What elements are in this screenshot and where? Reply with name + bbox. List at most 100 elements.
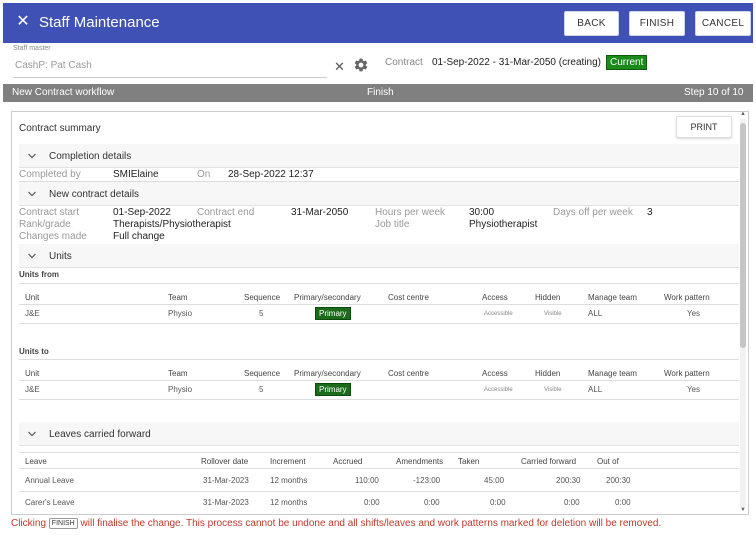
section-label: Completion details [49,151,132,162]
app-header: ✕ Staff Maintenance BACK FINISH CANCEL [3,3,753,43]
divider [19,323,739,324]
warning-text-after: will finalise the change. This process c… [80,518,662,529]
table-cell-taken: 45:00 [484,476,505,485]
table-cell-team: Physio [168,385,193,394]
scrollbar-thumb[interactable] [740,123,746,348]
col-access: Access [482,293,508,302]
units-to-label: Units to [19,347,49,356]
col-team: Team [168,293,188,302]
section-label: New contract details [49,189,140,200]
days-off-label: Days off per week [553,207,633,218]
primary-badge: Primary [315,307,351,320]
table-cell-unit: J&E [25,309,40,318]
inline-finish-button[interactable]: FINISH [48,518,78,529]
table-cell-out-of: 0:00 [615,498,631,507]
col-hidden: Hidden [535,369,561,378]
col-manage-team: Manage team [588,293,637,302]
divider [19,380,739,381]
print-button[interactable]: PRINT [676,116,732,138]
col-manage-team: Manage team [588,369,637,378]
table-cell-manage-team: ALL [588,385,603,394]
section-label: Units [49,251,72,262]
section-label: Leaves carried forward [49,429,151,440]
chevron-down-icon [28,431,36,437]
col-carried-forward: Carried forward [521,457,577,466]
hours-per-week-value: 30:00 [469,207,495,218]
section-leaves-carried-forward[interactable]: Leaves carried forward [19,422,739,446]
status-badge: Current [606,55,648,70]
col-access: Access [482,369,508,378]
staff-master-input[interactable]: CashP: Pat Cash [15,60,92,71]
col-work-pattern: Work pattern [664,369,710,378]
job-title-value: Physiotherapist [469,219,538,230]
table-cell-accrued: 110:00 [355,476,379,485]
col-team: Team [168,369,188,378]
divider [19,283,739,284]
units-from-label: Units from [19,270,59,279]
divider [19,452,739,453]
staff-master-label: Staff master [13,45,51,52]
table-cell-hidden: Visible [544,311,562,317]
section-completion-details[interactable]: Completion details [19,144,739,168]
close-icon[interactable]: ✕ [13,12,33,32]
chevron-down-icon [28,253,36,259]
completed-by-value: SMIElaine [113,169,159,180]
hours-per-week-label: Hours per week [375,207,446,218]
changes-made-value: Full change [113,231,165,242]
finish-button[interactable]: FINISH [629,11,685,36]
col-sequence: Sequence [244,369,281,378]
scroll-up-icon[interactable]: ▲ [739,111,747,117]
workflow-name: New Contract workflow [12,87,115,98]
divider [19,399,739,400]
table-cell-carried-forward: 200:30 [556,476,581,485]
contract-period: 01-Sep-2022 - 31-Mar-2050 (creating) [432,57,601,68]
table-cell-sequence: 5 [259,309,264,318]
col-unit: Unit [25,369,40,378]
divider [19,304,739,305]
job-title-label: Job title [375,219,410,230]
table-cell-carried-forward: 0:00 [564,498,580,507]
col-out-of: Out of [597,457,619,466]
table-cell-work-pattern: Yes [687,385,701,394]
table-cell-hidden: Visible [544,387,562,393]
table-cell-accrued: 0:00 [364,498,380,507]
table-cell-amendments: 0:00 [424,498,440,507]
chevron-down-icon [28,191,36,197]
col-unit: Unit [25,293,40,302]
divider [19,468,739,469]
contract-start-label: Contract start [19,207,80,218]
table-cell-sequence: 5 [259,385,264,394]
col-leave: Leave [25,457,47,466]
contract-label: Contract [385,57,423,68]
contract-start-value: 01-Sep-2022 [113,207,171,218]
table-cell-manage-team: ALL [588,309,603,318]
back-button[interactable]: BACK [564,11,619,36]
col-increment: Increment [270,457,306,466]
section-units[interactable]: Units [19,244,739,268]
col-sequence: Sequence [244,293,281,302]
rank-grade-label: Rank/grade [19,219,71,230]
staff-master-underline [13,77,327,78]
col-amendments: Amendments [396,457,444,466]
workflow-step-counter: Step 10 of 10 [684,87,744,98]
table-cell-rollover-date: 31-Mar-2023 [203,476,249,485]
col-work-pattern: Work pattern [664,293,710,302]
warning-text-before: Clicking [11,518,47,529]
section-new-contract-details[interactable]: New contract details [19,182,739,206]
col-accrued: Accrued [333,457,363,466]
col-primary-secondary: Primary/secondary [294,293,361,302]
contract-summary-panel[interactable]: Contract summary PRINT Completion detail… [11,111,749,515]
table-cell-amendments: -123:00 [413,476,441,485]
clear-icon[interactable]: ✕ [334,59,345,75]
contract-end-label: Contract end [197,207,255,218]
divider [19,491,739,492]
table-cell-work-pattern: Yes [687,309,701,318]
divider [19,359,739,360]
gear-icon[interactable] [353,57,369,73]
col-primary-secondary: Primary/secondary [294,369,361,378]
scroll-down-icon[interactable]: ▼ [739,507,747,513]
workflow-bar: New Contract workflow Finish Step 10 of … [3,84,753,102]
scrollbar[interactable]: ▲ ▼ [738,111,748,515]
days-off-value: 3 [647,207,653,218]
cancel-button[interactable]: CANCEL [695,11,751,36]
